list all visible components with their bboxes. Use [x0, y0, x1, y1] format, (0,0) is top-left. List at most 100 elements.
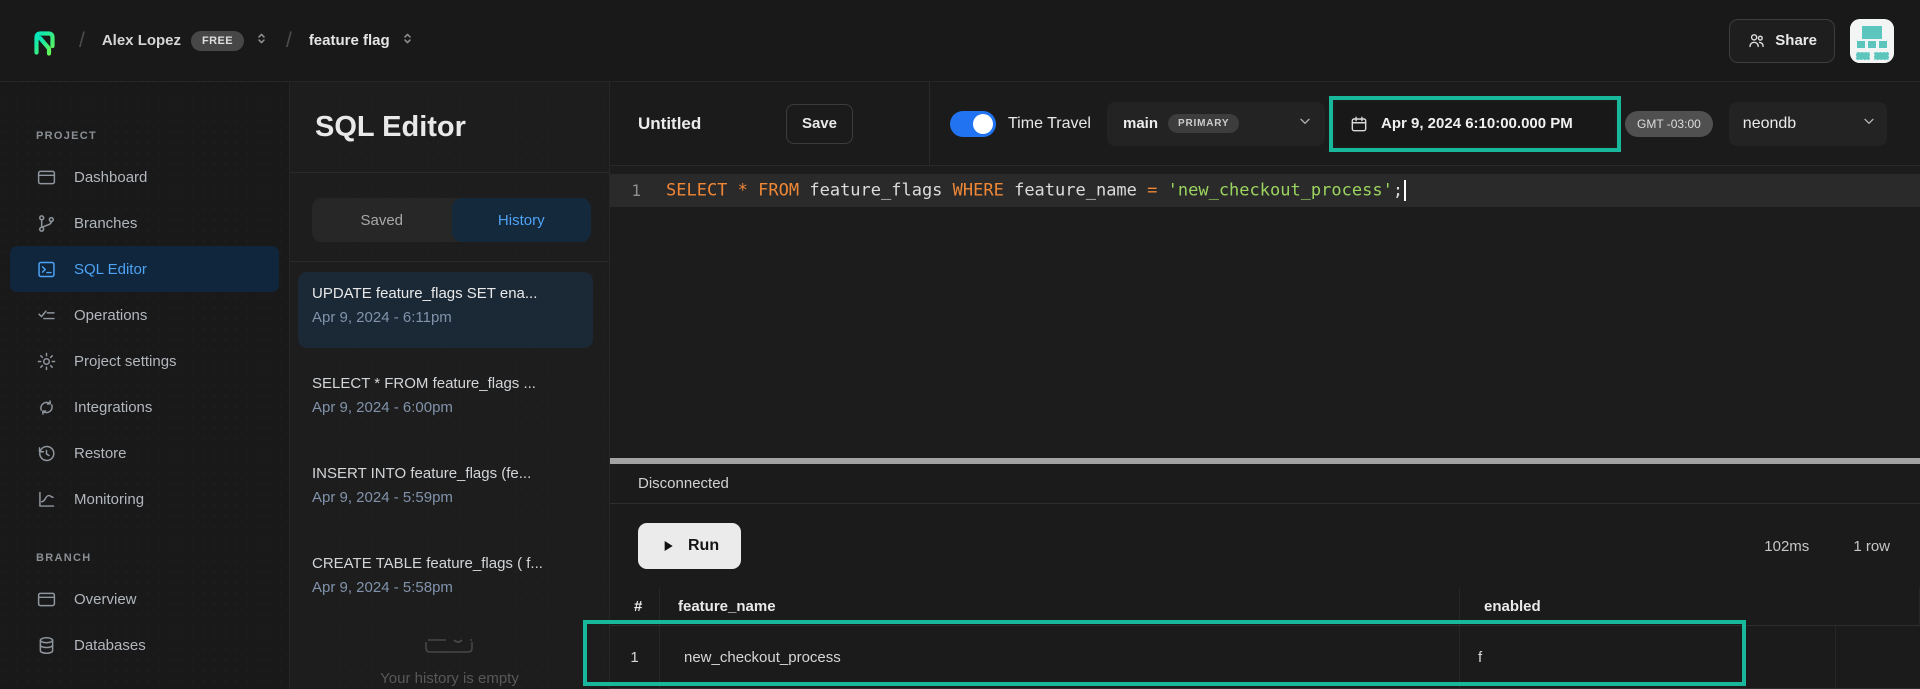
dashboard-icon	[36, 166, 58, 188]
time-travel-label: Time Travel	[1008, 115, 1091, 133]
history-empty-text: Your history is empty	[290, 670, 609, 687]
query-duration: 102ms	[1764, 538, 1809, 555]
history-item-date: Apr 9, 2024 - 6:11pm	[312, 309, 579, 326]
breadcrumb-separator: /	[77, 29, 87, 53]
tab-saved[interactable]: Saved	[312, 198, 452, 242]
code-line-1[interactable]: 1 SELECT * FROM feature_flags WHERE feat…	[610, 174, 1920, 207]
gear-icon	[36, 350, 58, 372]
sql-token: WHERE	[953, 181, 1004, 201]
sidebar-item-restore[interactable]: Restore	[10, 430, 279, 476]
time-travel-toggle[interactable]	[950, 111, 996, 137]
sql-editor-icon	[36, 258, 58, 280]
toggle-knob	[973, 114, 993, 134]
neon-console-app: / Alex Lopez FREE / feature flag Share	[0, 0, 1920, 689]
primary-badge: PRIMARY	[1168, 114, 1239, 133]
editor-pane: Untitled Save Time Travel main PRIMARY	[610, 82, 1920, 689]
breadcrumb-org[interactable]: Alex Lopez FREE	[102, 31, 269, 51]
sidebar: PROJECT Dashboard Branches SQL Editor Op…	[0, 82, 290, 689]
branch-select-value: main	[1123, 115, 1158, 132]
history-item[interactable]: SELECT * FROM feature_flags ... Apr 9, 2…	[298, 362, 593, 438]
sidebar-item-label: Restore	[74, 445, 127, 462]
sql-token	[727, 181, 737, 201]
sidebar-project-list: Dashboard Branches SQL Editor Operations…	[0, 154, 289, 522]
sql-token: FROM	[758, 181, 799, 201]
text-cursor	[1404, 180, 1406, 201]
share-button[interactable]: Share	[1729, 19, 1835, 63]
sidebar-item-label: Branches	[74, 215, 137, 232]
sidebar-item-project-settings[interactable]: Project settings	[10, 338, 279, 384]
org-name: Alex Lopez	[102, 32, 181, 49]
run-button[interactable]: Run	[638, 523, 741, 569]
chevron-down-icon	[1861, 113, 1877, 134]
sql-tokens: SELECT * FROM feature_flags WHERE featur…	[666, 181, 1403, 201]
database-select[interactable]: neondb	[1729, 102, 1887, 146]
sql-token: feature_flags	[799, 181, 953, 201]
branch-select[interactable]: main PRIMARY	[1107, 102, 1325, 146]
time-travel-datetime-button[interactable]: Apr 9, 2024 6:10:00.000 PM	[1335, 102, 1615, 146]
chevron-up-down-icon[interactable]	[400, 31, 415, 51]
neon-logo-icon[interactable]	[26, 23, 62, 59]
empty-box-icon	[418, 632, 482, 662]
results-table-header: #feature_nameenabled	[610, 588, 1920, 626]
restore-icon	[36, 442, 58, 464]
connection-status: Disconnected	[638, 475, 729, 492]
results-table-body: 1new_checkout_processf	[610, 626, 1920, 689]
sidebar-item-databases[interactable]: Databases	[10, 622, 279, 668]
table-cell: f	[1460, 626, 1836, 688]
query-title: Untitled	[638, 114, 701, 134]
sql-token: ;	[1393, 181, 1403, 201]
history-item-query: UPDATE feature_flags SET ena...	[312, 285, 579, 302]
history-item-date: Apr 9, 2024 - 5:59pm	[312, 489, 579, 506]
history-item[interactable]: CREATE TABLE feature_flags ( f... Apr 9,…	[298, 542, 593, 618]
chevron-up-down-icon[interactable]	[254, 31, 269, 51]
sidebar-item-label: Dashboard	[74, 169, 147, 186]
chevron-down-icon	[1297, 113, 1313, 134]
sidebar-section-project: PROJECT	[36, 130, 289, 142]
sidebar-item-branches[interactable]: Branches	[10, 200, 279, 246]
history-item[interactable]: UPDATE feature_flags SET ena... Apr 9, 2…	[298, 272, 593, 348]
integrations-icon	[36, 396, 58, 418]
save-button[interactable]: Save	[786, 104, 853, 144]
overview-icon	[36, 588, 58, 610]
sidebar-item-label: Operations	[74, 307, 147, 324]
sidebar-item-label: SQL Editor	[74, 261, 147, 278]
table-row[interactable]: 1new_checkout_processf	[610, 626, 1920, 689]
run-button-label: Run	[688, 537, 719, 555]
sql-token: *	[738, 181, 748, 201]
table-cell: 1	[610, 626, 660, 688]
sidebar-item-operations[interactable]: Operations	[10, 292, 279, 338]
top-bar: / Alex Lopez FREE / feature flag Share	[0, 0, 1920, 82]
editor-toolbar: Untitled Save Time Travel main PRIMARY	[610, 82, 1920, 166]
sidebar-item-monitoring[interactable]: Monitoring	[10, 476, 279, 522]
editor-toolbar-right: Time Travel main PRIMARY Apr	[930, 82, 1920, 165]
breadcrumb-project[interactable]: feature flag	[309, 31, 415, 51]
sql-token: feature_name	[1004, 181, 1147, 201]
sidebar-item-integrations[interactable]: Integrations	[10, 384, 279, 430]
sidebar-item-label: Project settings	[74, 353, 177, 370]
operations-icon	[36, 304, 58, 326]
sidebar-item-overview[interactable]: Overview	[10, 576, 279, 622]
history-item[interactable]: INSERT INTO feature_flags (fe... Apr 9, …	[298, 452, 593, 528]
saved-history-tabs: SavedHistory	[312, 198, 591, 242]
sidebar-item-sql-editor[interactable]: SQL Editor	[10, 246, 279, 292]
sidebar-item-label: Databases	[74, 637, 146, 654]
sidebar-branch-list: Overview Databases	[0, 576, 289, 668]
sidebar-item-label: Monitoring	[74, 491, 144, 508]
tab-history[interactable]: History	[452, 198, 592, 242]
history-item-query: CREATE TABLE feature_flags ( f...	[312, 555, 579, 572]
history-list: UPDATE feature_flags SET ena... Apr 9, 2…	[290, 262, 609, 618]
history-item-date: Apr 9, 2024 - 5:58pm	[312, 579, 579, 596]
identicon-avatar	[1850, 19, 1894, 63]
line-number: 1	[610, 181, 654, 200]
panel-header: SQL Editor	[290, 82, 609, 173]
sidebar-item-dashboard[interactable]: Dashboard	[10, 154, 279, 200]
sql-token: 'new_checkout_process'	[1168, 181, 1393, 201]
avatar[interactable]	[1850, 19, 1894, 63]
sql-token	[1157, 181, 1167, 201]
sql-code-editor[interactable]: 1 SELECT * FROM feature_flags WHERE feat…	[610, 166, 1920, 458]
play-icon	[660, 538, 676, 554]
sidebar-item-label: Overview	[74, 591, 137, 608]
history-empty-state: Your history is empty	[290, 632, 609, 687]
table-header-cell: #	[610, 588, 660, 625]
table-header-cell: feature_name	[660, 588, 1460, 625]
